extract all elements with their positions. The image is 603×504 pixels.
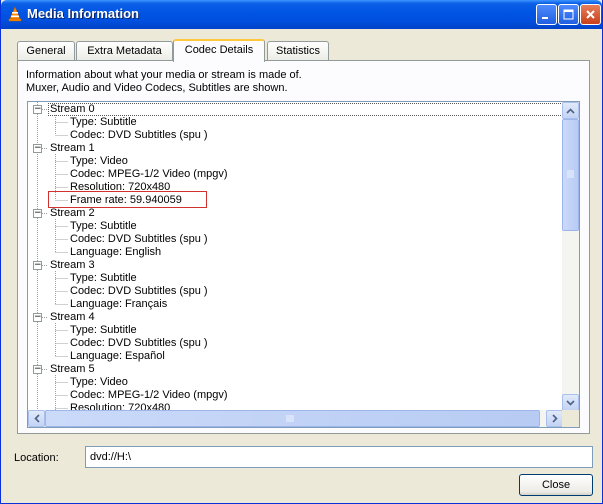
tree-item-stream-0-type[interactable]: Type: Subtitle xyxy=(70,116,137,129)
horizontal-scroll-thumb[interactable] xyxy=(45,410,540,427)
tree-item-stream-5-type[interactable]: Type: Video xyxy=(70,376,128,389)
location-field[interactable]: dvd://H:\ xyxy=(85,446,593,468)
tree-item-stream-5[interactable]: Stream 5 xyxy=(50,363,95,376)
vlc-cone-icon xyxy=(8,6,22,22)
tree-item-stream-5-codec[interactable]: Codec: MPEG-1/2 Video (mpgv) xyxy=(70,389,228,402)
tree-item-stream-2[interactable]: Stream 2 xyxy=(50,207,95,220)
collapse-stream-0-toggle[interactable]: − xyxy=(33,105,42,114)
grip-icon xyxy=(567,170,574,178)
maximize-button[interactable] xyxy=(558,4,579,25)
tree-item-stream-0[interactable]: Stream 0 xyxy=(50,103,95,116)
info-line-2: Muxer, Audio and Video Codecs, Subtitles… xyxy=(26,82,288,94)
minimize-icon xyxy=(542,17,548,19)
tab-statistics[interactable]: Statistics xyxy=(267,41,329,61)
scrollbar-corner xyxy=(562,410,579,427)
maximize-icon xyxy=(563,9,574,20)
collapse-stream-5-toggle[interactable]: − xyxy=(33,365,42,374)
selection-focus-box xyxy=(48,103,563,116)
tree-item-stream-2-codec[interactable]: Codec: DVD Subtitles (spu ) xyxy=(70,233,208,246)
tree-item-stream-4-codec[interactable]: Codec: DVD Subtitles (spu ) xyxy=(70,337,208,350)
minimize-button[interactable] xyxy=(536,4,557,25)
tree-item-stream-3[interactable]: Stream 3 xyxy=(50,259,95,272)
vertical-scroll-thumb[interactable] xyxy=(562,119,579,231)
tree-item-stream-3-type[interactable]: Type: Subtitle xyxy=(70,272,137,285)
tree-item-stream-1-codec[interactable]: Codec: MPEG-1/2 Video (mpgv) xyxy=(70,168,228,181)
tree-viewport: − Stream 0 Type: Subtitle Codec: DVD Sub… xyxy=(28,102,563,411)
tab-codec-details[interactable]: Codec Details xyxy=(173,39,265,62)
collapse-stream-2-toggle[interactable]: − xyxy=(33,209,42,218)
tree-item-stream-0-codec[interactable]: Codec: DVD Subtitles (spu ) xyxy=(70,129,208,142)
codec-details-panel: Information about what your media or str… xyxy=(17,60,590,434)
scroll-left-button[interactable] xyxy=(28,410,45,427)
vertical-scrollbar[interactable] xyxy=(562,102,579,411)
chevron-right-icon xyxy=(551,414,558,423)
close-window-button[interactable] xyxy=(580,4,601,25)
scroll-down-button[interactable] xyxy=(562,394,579,411)
tab-general[interactable]: General xyxy=(17,41,75,61)
grip-icon xyxy=(286,415,294,422)
close-button[interactable]: Close xyxy=(519,474,593,496)
codec-tree[interactable]: − Stream 0 Type: Subtitle Codec: DVD Sub… xyxy=(27,101,580,428)
tree-item-stream-2-language[interactable]: Language: English xyxy=(70,246,161,259)
collapse-stream-3-toggle[interactable]: − xyxy=(33,261,42,270)
tree-item-stream-1[interactable]: Stream 1 xyxy=(50,142,95,155)
tree-item-stream-1-type[interactable]: Type: Video xyxy=(70,155,128,168)
title-bar[interactable]: Media Information xyxy=(1,0,602,29)
horizontal-scrollbar[interactable] xyxy=(28,410,563,427)
tree-item-stream-4[interactable]: Stream 4 xyxy=(50,311,95,324)
tree-item-stream-4-language[interactable]: Language: Español xyxy=(70,350,165,363)
chevron-down-icon xyxy=(566,399,575,406)
tree-item-stream-2-type[interactable]: Type: Subtitle xyxy=(70,220,137,233)
chevron-up-icon xyxy=(566,107,575,114)
location-label: Location: xyxy=(14,452,59,464)
tree-item-stream-4-type[interactable]: Type: Subtitle xyxy=(70,324,137,337)
collapse-stream-4-toggle[interactable]: − xyxy=(33,313,42,322)
media-information-window: Media Information General Extra Metadata… xyxy=(0,0,603,504)
window-title: Media Information xyxy=(27,6,139,21)
close-icon xyxy=(586,10,595,19)
collapse-stream-1-toggle[interactable]: − xyxy=(33,144,42,153)
scroll-up-button[interactable] xyxy=(562,102,579,119)
tree-item-stream-3-codec[interactable]: Codec: DVD Subtitles (spu ) xyxy=(70,285,208,298)
tab-extra-metadata[interactable]: Extra Metadata xyxy=(76,41,173,61)
tree-item-stream-1-frame-rate[interactable]: Frame rate: 59.940059 xyxy=(70,194,182,207)
chevron-left-icon xyxy=(33,414,40,423)
info-text: Information about what your media or str… xyxy=(26,69,302,95)
info-line-1: Information about what your media or str… xyxy=(26,69,302,81)
tree-item-stream-3-language[interactable]: Language: Français xyxy=(70,298,167,311)
scroll-right-button[interactable] xyxy=(546,410,563,427)
